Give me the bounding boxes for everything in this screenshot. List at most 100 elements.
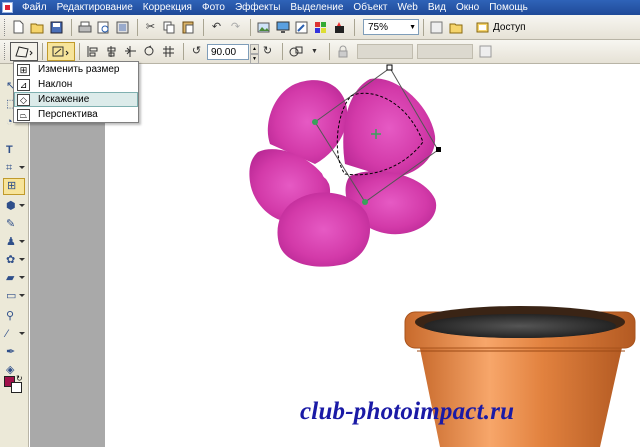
open-folder-icon[interactable] [447, 19, 464, 36]
toolbar-separator [203, 18, 204, 36]
panel-toggle-icon[interactable] [428, 19, 445, 36]
distort-handle[interactable] [436, 147, 441, 152]
copy-icon[interactable] [161, 19, 178, 36]
pen-tool[interactable]: ✒ [3, 344, 25, 361]
menu-web[interactable]: Web [392, 0, 422, 15]
rotate-right-icon[interactable]: ↻ [259, 43, 276, 60]
print-preview-icon[interactable] [95, 19, 112, 36]
clone-tool[interactable]: ✿ [3, 252, 25, 269]
angle-spinner[interactable]: ▲ ▼ [250, 43, 259, 64]
background-color-swatch[interactable] [11, 382, 22, 393]
save-icon[interactable] [48, 19, 65, 36]
menu-view[interactable]: Вид [423, 0, 451, 15]
transform-tool-button[interactable] [47, 42, 75, 61]
menu-adjust[interactable]: Коррекция [138, 0, 197, 15]
access-icon [474, 19, 491, 36]
text-tool[interactable]: T [3, 142, 25, 159]
menu-item-skew[interactable]: ⊿ Наклон [14, 77, 138, 92]
distort-icon: ◇ [17, 93, 30, 106]
edit-image-icon[interactable] [293, 19, 310, 36]
menu-edit[interactable]: Редактирование [52, 0, 138, 15]
palette-icon[interactable] [312, 19, 329, 36]
transform-mode-dropdown[interactable] [10, 42, 38, 61]
height-field-disabled [417, 44, 473, 59]
lock-icon[interactable] [334, 43, 351, 60]
distort-icon [15, 46, 33, 58]
petal [343, 78, 436, 178]
align-left-icon[interactable] [84, 43, 101, 60]
snap-icon[interactable] [477, 43, 494, 60]
cut-icon[interactable]: ✂ [142, 19, 159, 36]
toolbar-separator [423, 18, 424, 36]
flower-center [322, 164, 338, 180]
toolbar-grip[interactable] [4, 18, 7, 36]
crop-tool[interactable]: ⌗ [3, 160, 25, 177]
new-icon[interactable] [10, 19, 27, 36]
scan-icon[interactable] [114, 19, 131, 36]
skew-icon: ⊿ [17, 78, 30, 91]
eyedropper-tool[interactable]: ⁄ [3, 326, 25, 343]
menu-file[interactable]: Файл [17, 0, 52, 15]
clone-icon: ✿ [6, 254, 16, 266]
text-icon: T [6, 144, 13, 156]
rotate-left-icon[interactable]: ↺ [188, 43, 205, 60]
paste-icon[interactable] [180, 19, 197, 36]
grid-icon[interactable] [160, 43, 177, 60]
flip-icon[interactable] [122, 43, 139, 60]
toolbar-grip[interactable] [4, 43, 7, 60]
lasso-icon: ◔ [6, 116, 13, 128]
menu-item-label: Перспектива [38, 109, 98, 120]
access-label: Доступ [493, 21, 526, 33]
toolbar-separator [71, 18, 72, 36]
image-canvas[interactable] [105, 64, 640, 447]
image-icon[interactable] [255, 19, 272, 36]
distort-handle[interactable] [362, 199, 368, 205]
undo-icon[interactable]: ↶ [208, 19, 225, 36]
menu-effects[interactable]: Эффекты [230, 0, 285, 15]
menu-item-perspective[interactable]: ⏢ Перспектива [14, 107, 138, 122]
print-icon[interactable] [76, 19, 93, 36]
rotation-angle-field[interactable]: 90.00 [207, 43, 249, 60]
menu-item-distort[interactable]: ◇ Искажение [14, 92, 138, 107]
app-icon[interactable] [2, 2, 13, 13]
spin-down-icon[interactable]: ▼ [250, 53, 259, 64]
menu-photo[interactable]: Фото [197, 0, 230, 15]
toolbar-separator [329, 43, 330, 60]
menu-window[interactable]: Окно [451, 0, 484, 15]
transform-tool[interactable]: ⊞ [3, 178, 25, 195]
align-center-icon[interactable] [103, 43, 120, 60]
access-button[interactable]: Доступ [472, 19, 528, 36]
zoom-select[interactable]: 75% ▼ [363, 19, 419, 35]
menu-selection[interactable]: Выделение [285, 0, 348, 15]
distort-handle[interactable] [386, 64, 393, 71]
open-icon[interactable] [29, 19, 46, 36]
toolbar-separator [183, 43, 184, 60]
toolbar-separator [282, 43, 283, 60]
gradient-tool[interactable]: ▭ [3, 288, 25, 305]
menu-bar: Файл Редактирование Коррекция Фото Эффек… [0, 0, 640, 15]
brush-tool[interactable]: ✎ [3, 216, 25, 233]
shape-icon: ◈ [6, 364, 15, 376]
chevron-down-icon[interactable]: ▼ [306, 43, 323, 60]
redo-icon[interactable]: ↷ [227, 19, 244, 36]
pen-icon: ✒ [6, 346, 16, 358]
stamp-tool[interactable]: ♟ [3, 234, 25, 251]
eraser-tool[interactable]: ▰ [3, 270, 25, 287]
menu-help[interactable]: Помощь [484, 0, 533, 15]
zoom-tool[interactable]: ⚲ [3, 308, 25, 325]
monitor-icon[interactable] [274, 19, 291, 36]
zoom-value: 75% [368, 21, 389, 33]
menu-object[interactable]: Объект [348, 0, 392, 15]
zoom-icon: ⚲ [6, 310, 15, 322]
menu-item-resize[interactable]: ⊞ Изменить размер [14, 62, 138, 77]
flower-artwork[interactable] [249, 78, 437, 267]
distort-handle[interactable] [312, 119, 318, 125]
effects-icon[interactable] [331, 19, 348, 36]
rotate-icon[interactable] [141, 43, 158, 60]
spin-up-icon[interactable]: ▲ [250, 43, 259, 54]
swap-colors-icon[interactable]: ↻ [16, 374, 23, 383]
object-options-icon[interactable] [287, 43, 304, 60]
watermark-text: club-photoimpact.ru [300, 398, 515, 425]
transform-icon [52, 46, 69, 57]
fill-tool[interactable]: ⬢ [3, 198, 25, 215]
